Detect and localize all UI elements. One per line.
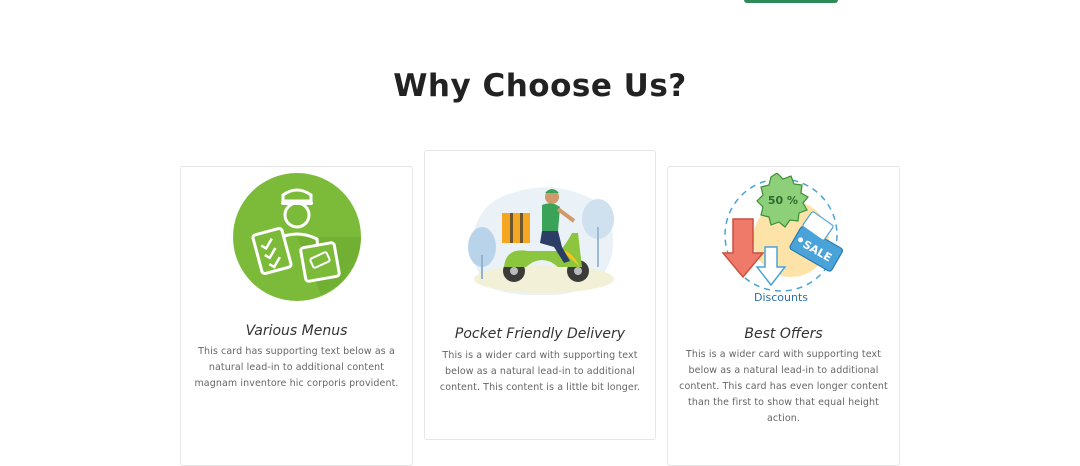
card-text: This is a wider card with supporting tex… [679,349,888,424]
top-green-button[interactable] [744,0,838,3]
discounts-caption: Discounts [753,291,807,304]
discounts-illustration: 50 % SALE Discounts [720,173,843,304]
card-image [425,175,655,299]
card-image: 50 % SALE Discounts [668,173,899,307]
card-text: This card has supporting text below as a… [194,346,399,389]
card-title: Best Offers [744,326,823,342]
badge-text: 50 % [767,194,797,207]
card-image [181,173,412,301]
card-text: This is a wider card with supporting tex… [439,350,641,393]
delivery-man-icon [232,173,361,301]
scooter-delivery-illustration [468,187,614,296]
card-pocket-friendly-delivery: Pocket Friendly Delivery This is a wider… [424,150,656,440]
card-best-offers: 50 % SALE Discounts Best Offers This is … [667,166,900,466]
section-title: Why Choose Us? [393,68,687,104]
card-title: Pocket Friendly Delivery [454,326,626,342]
card-various-menus: Various Menus This card has supporting t… [180,166,413,466]
card-title: Various Menus [245,323,348,339]
